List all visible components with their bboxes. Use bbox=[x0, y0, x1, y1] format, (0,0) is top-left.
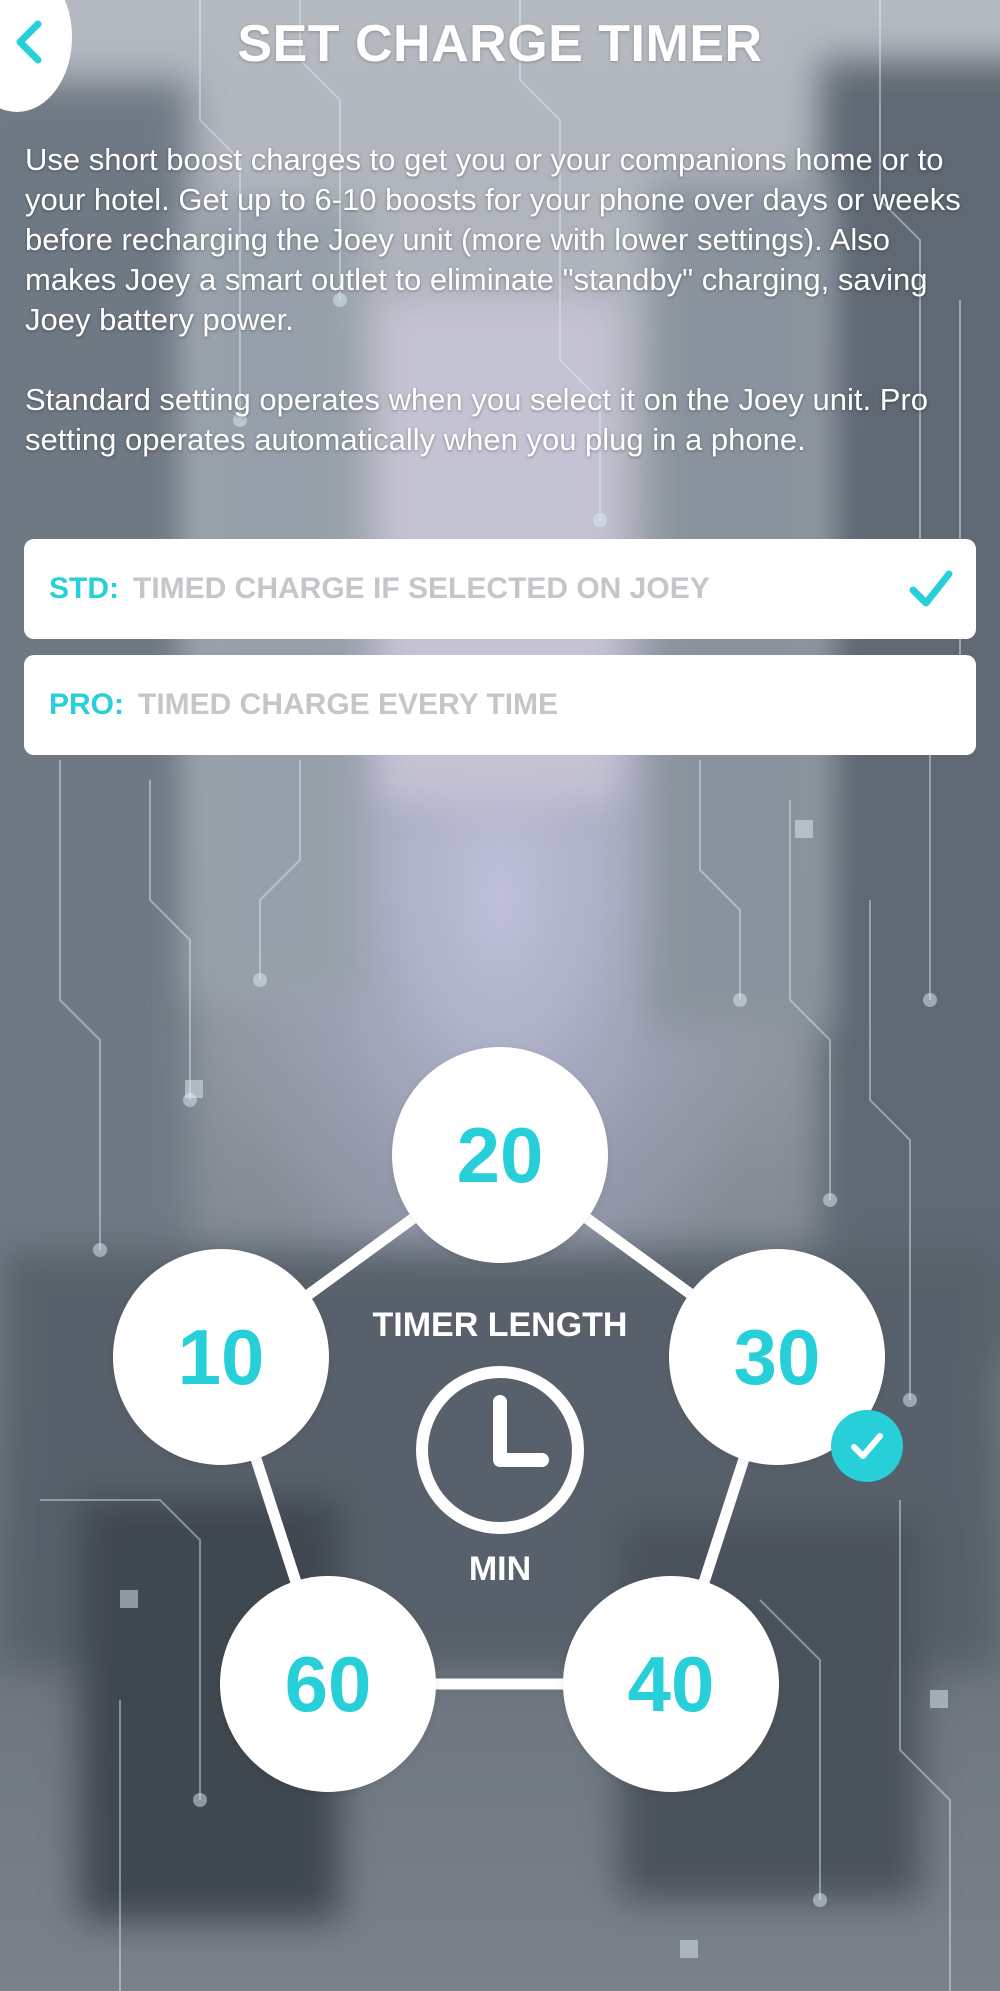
timer-option-20[interactable]: 20 bbox=[392, 1047, 608, 1263]
selected-check-badge bbox=[831, 1410, 903, 1482]
timer-option-60[interactable]: 60 bbox=[220, 1576, 436, 1792]
timer-ring bbox=[217, 1149, 783, 1690]
timer-option-10[interactable]: 10 bbox=[113, 1249, 329, 1465]
timer-length-label: TIMER LENGTH bbox=[372, 1306, 628, 1344]
timer-option-40[interactable]: 40 bbox=[563, 1576, 779, 1792]
checkmark-icon bbox=[851, 1433, 883, 1459]
clock-icon bbox=[416, 1366, 584, 1534]
